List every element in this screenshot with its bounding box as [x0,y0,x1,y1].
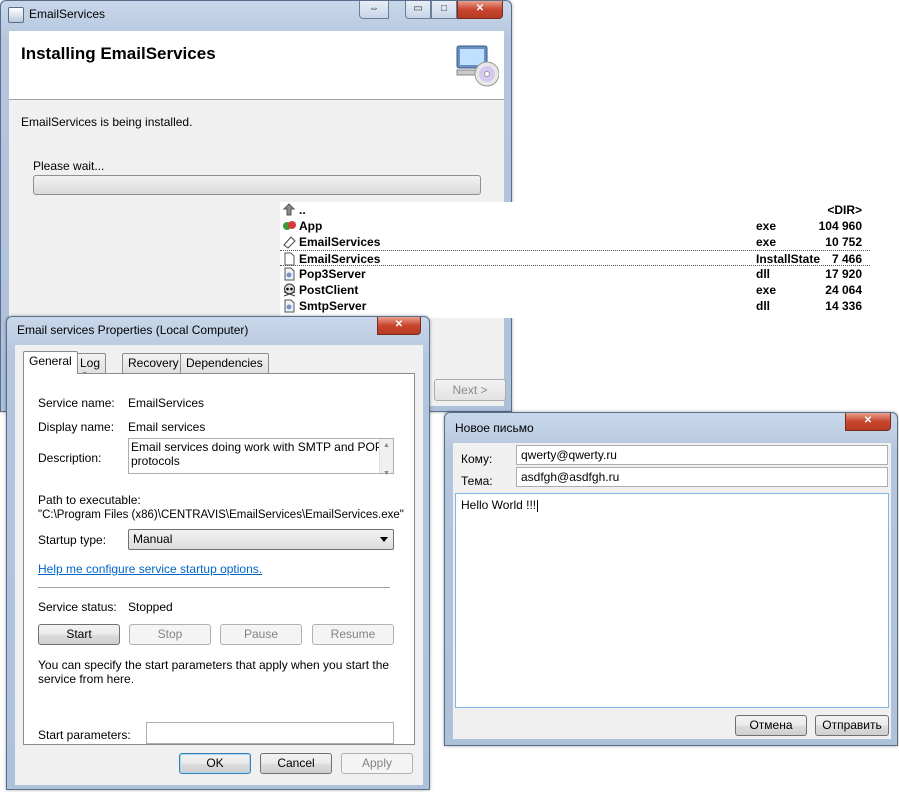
subject-label: Тема: [461,474,493,488]
installer-app-icon [8,7,24,23]
installer-title: EmailServices [29,7,106,21]
file-size: <DIR> [827,203,862,217]
resume-button[interactable]: Resume [312,624,394,645]
service-status-label: Service status: [38,600,117,614]
next-button[interactable]: Next > [434,379,506,401]
up-folder-icon [282,203,296,216]
file-size: 104 960 [818,219,862,233]
file-row-selected[interactable]: EmailServices InstallState 7 466 [280,250,870,266]
installer-titlebar[interactable]: EmailServices ⇔ ▭ □ ✕ [1,1,511,29]
file-size: 17 920 [825,267,862,281]
ok-button[interactable]: OK [179,753,251,774]
app-exe-icon [283,221,296,230]
file-row[interactable]: App exe 104 960 [280,218,870,234]
text-caret [537,499,539,512]
properties-dialog: Email services Properties (Local Compute… [6,316,430,790]
file-row[interactable]: SmtpServer dll 14 336 [280,298,870,314]
file-size: 24 064 [825,283,862,297]
help-configure-link[interactable]: Help me configure service startup option… [38,562,262,576]
properties-title: Email services Properties (Local Compute… [17,323,249,337]
pause-button[interactable]: Pause [220,624,302,645]
display-name-value: Email services [128,420,206,434]
file-name: PostClient [299,283,359,297]
tab-general[interactable]: General [23,351,78,374]
message-body-text: Hello World !!! [461,498,537,512]
tab-log-on[interactable]: Log On [74,353,107,384]
file-name: SmtpServer [299,299,367,313]
file-size: 10 752 [825,235,862,249]
display-name-label: Display name: [38,420,115,434]
computer-cd-icon [456,45,499,87]
file-name: App [299,219,323,233]
dll-icon [284,299,295,313]
subject-field[interactable]: asdfgh@asdfgh.ru [516,467,888,487]
startup-type-value: Manual [133,532,173,546]
file-size: 14 336 [825,299,862,313]
to-field[interactable]: qwerty@qwerty.ru [516,445,888,465]
tab-dependencies[interactable]: Dependencies [180,353,269,373]
wait-text: Please wait... [33,159,105,173]
install-message: EmailServices is being installed. [21,115,193,129]
startup-type-label: Startup type: [38,533,107,547]
start-params-input[interactable] [146,722,394,744]
mail-title: Новое письмо [455,421,534,435]
restore-button[interactable]: ⇔ [359,1,389,19]
file-row[interactable]: PostClient exe 24 064 [280,282,870,298]
file-row[interactable]: EmailServices exe 10 752 [280,234,870,250]
message-body-field[interactable]: Hello World !!! [455,493,889,708]
description-scrollbar[interactable]: ▲ ▼ [379,439,393,477]
startup-type-select[interactable]: Manual [128,529,394,550]
file-size: 7 466 [831,252,862,266]
mail-titlebar[interactable]: Новое письмо ✕ [445,413,897,441]
description-text: Email services doing work with SMTP and … [131,440,383,468]
description-field[interactable]: Email services doing work with SMTP and … [128,438,394,477]
path-label: Path to executable: [38,493,141,507]
mail-cancel-button[interactable]: Отмена [735,715,807,736]
file-row[interactable]: Pop3Server dll 17 920 [280,266,870,282]
new-mail-window: Новое письмо ✕ Кому: qwerty@qwerty.ru Те… [444,412,898,746]
properties-client: General Log On Recovery Dependencies Ser… [15,345,423,785]
file-name: .. [299,203,306,217]
close-button[interactable]: ✕ [457,1,503,19]
installer-header: Installing EmailServices [9,31,504,100]
mail-client: Кому: qwerty@qwerty.ru Тема: asdfgh@asdf… [453,443,891,739]
start-button[interactable]: Start [38,624,120,645]
send-button[interactable]: Отправить [815,715,889,736]
properties-titlebar[interactable]: Email services Properties (Local Compute… [7,317,429,345]
installer-exe-icon [283,236,296,249]
separator [38,587,390,588]
document-icon [284,252,295,266]
file-name: Pop3Server [299,267,366,281]
chevron-down-icon [380,537,388,542]
install-progress-bar [33,175,481,195]
file-name: EmailServices [299,235,381,249]
service-status-value: Stopped [128,600,173,614]
service-name-label: Service name: [38,396,115,410]
minimize-button[interactable]: ▭ [405,1,431,19]
start-params-label: Start parameters: [38,728,131,742]
tab-recovery[interactable]: Recovery [122,353,185,373]
to-label: Кому: [461,452,493,466]
path-value: "C:\Program Files (x86)\CENTRAVIS\EmailS… [38,509,404,521]
skull-exe-icon [283,283,296,297]
file-row-up[interactable]: .. <DIR> [280,202,870,218]
apply-button[interactable]: Apply [341,753,413,774]
installer-header-title: Installing EmailServices [21,44,216,63]
service-name-value: EmailServices [128,396,205,410]
properties-close-button[interactable]: ✕ [377,317,421,335]
maximize-button[interactable]: □ [431,1,457,19]
cancel-button[interactable]: Cancel [260,753,332,774]
stop-button[interactable]: Stop [129,624,211,645]
description-label: Description: [38,451,102,465]
start-params-hint: You can specify the start parameters tha… [38,658,390,686]
dll-icon [284,267,295,281]
mail-close-button[interactable]: ✕ [845,413,891,431]
file-name: EmailServices [299,252,381,266]
file-list-panel: .. <DIR> App exe 104 960 EmailServices e… [280,202,870,318]
general-tab-panel: Service name: EmailServices Display name… [23,373,415,745]
